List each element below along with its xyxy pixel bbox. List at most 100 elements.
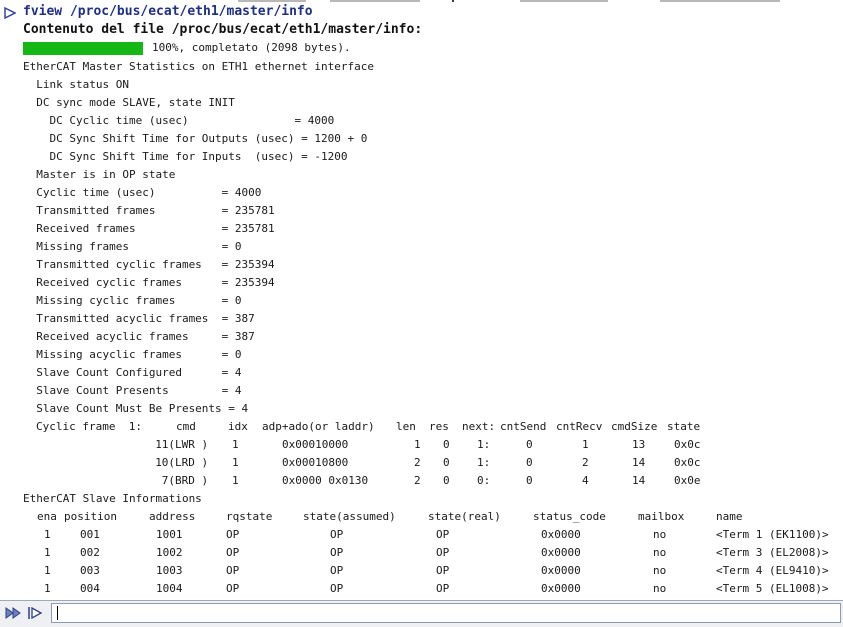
cyclic-cell: 7(BRD )	[161, 474, 209, 487]
slave-header: rqstate	[226, 510, 273, 523]
slave-cell: OP	[436, 564, 450, 577]
slave-cell: 1	[44, 528, 51, 541]
info-line: Link status ON	[23, 78, 129, 91]
slave-cell: 004	[80, 582, 100, 595]
slave-header: position	[64, 510, 117, 523]
cyclic-cell: 0x0c	[674, 438, 701, 451]
info-line: DC Sync Shift Time for Inputs (usec) = -…	[23, 150, 348, 163]
info-line: Slave Count Must Be Presents = 4	[23, 402, 249, 415]
info-line: Missing frames = 0	[23, 240, 242, 253]
cyclic-cell: 0	[443, 456, 450, 469]
slave-cell: OP	[330, 564, 344, 577]
slave-cell: 0x0000	[541, 528, 581, 541]
info-line: Missing acyclic frames = 0	[23, 348, 242, 361]
info-line: DC sync mode SLAVE, state INIT	[23, 96, 235, 109]
cyclic-cell: 2	[582, 456, 589, 469]
cyclic-cell: 0:	[477, 474, 491, 487]
slave-cell: 1001	[156, 528, 183, 541]
cyclic-frame-label: Cyclic frame 1:	[36, 420, 142, 433]
info-line: Received frames = 235781	[23, 222, 275, 235]
slave-cell: OP	[330, 546, 344, 559]
info-line: EtherCAT Master Statistics on ETH1 ether…	[23, 60, 374, 73]
cyclic-cell: 11(LWR )	[155, 438, 209, 451]
info-line: Transmitted cyclic frames = 235394	[23, 258, 275, 271]
slaves-title: EtherCAT Slave Informations	[23, 492, 202, 505]
slave-cell: 1	[44, 582, 51, 595]
run-icon[interactable]	[5, 606, 23, 620]
cyclic-header: next:	[462, 420, 496, 433]
slave-cell: OP	[436, 546, 450, 559]
cyclic-cell: 1	[232, 438, 239, 451]
command-input[interactable]	[51, 603, 841, 623]
info-line: Slave Count Configured = 4	[23, 366, 242, 379]
cyclic-header: res	[429, 420, 449, 433]
slave-cell: <Term 4 (EL9410)>	[716, 564, 829, 577]
cyclic-cell: 0	[526, 456, 533, 469]
slave-header: ena	[37, 510, 57, 523]
slave-header: name	[716, 510, 743, 523]
cyclic-cell: 0x00010000	[282, 438, 349, 451]
slave-header: status_code	[533, 510, 606, 523]
cyclic-cell: 14	[632, 456, 646, 469]
cyclic-header: state	[667, 420, 701, 433]
slave-header: address	[149, 510, 196, 523]
slave-cell: <Term 5 (EL1008)>	[716, 582, 829, 595]
cyclic-header: adp+ado(or laddr)	[262, 420, 375, 433]
slave-header: state(assumed)	[303, 510, 396, 523]
console-output: fview /proc/bus/ecat/eth1/master/info Co…	[0, 0, 843, 600]
slave-cell: OP	[226, 564, 240, 577]
slave-cell: 1002	[156, 546, 183, 559]
progress-bar	[23, 42, 143, 55]
slave-cell: OP	[226, 546, 240, 559]
info-line: Transmitted acyclic frames = 387	[23, 312, 255, 325]
cyclic-cell: 1:	[477, 456, 491, 469]
slave-cell: 1	[44, 564, 51, 577]
cyclic-cell: 1	[414, 438, 421, 451]
slave-cell: no	[653, 528, 667, 541]
info-line: Transmitted frames = 235781	[23, 204, 275, 217]
file-heading: Contenuto del file /proc/bus/ecat/eth1/m…	[23, 22, 423, 37]
slave-cell: OP	[226, 528, 240, 541]
slave-cell: 001	[80, 528, 100, 541]
cyclic-cell: 10(LRD )	[155, 456, 209, 469]
cyclic-cell: 0	[443, 474, 450, 487]
slave-cell: 0x0000	[541, 546, 581, 559]
cyclic-header: cmdSize	[611, 420, 658, 433]
slave-cell: 002	[80, 546, 100, 559]
cyclic-cell: 2	[414, 456, 421, 469]
cyclic-cell: 14	[632, 474, 646, 487]
cyclic-cell: 1	[232, 456, 239, 469]
slave-cell: <Term 1 (EK1100)>	[716, 528, 829, 541]
slave-cell: OP	[330, 582, 344, 595]
run-step-icon[interactable]	[27, 606, 45, 620]
slave-header: mailbox	[638, 510, 685, 523]
cyclic-header: idx	[228, 420, 248, 433]
info-line: DC Cyclic time (usec) = 4000	[23, 114, 335, 127]
slave-cell: no	[653, 546, 667, 559]
slave-cell: 0x0000	[541, 582, 581, 595]
cyclic-header: len	[396, 420, 416, 433]
progress-label: 100%, completato (2098 bytes).	[152, 41, 351, 54]
cyclic-header: cntSend	[500, 420, 547, 433]
slave-cell: OP	[226, 582, 240, 595]
cyclic-cell: 0x0c	[674, 456, 701, 469]
cyclic-cell: 2	[414, 474, 421, 487]
right-arrow-icon	[4, 7, 16, 19]
cyclic-cell: 4	[582, 474, 589, 487]
info-line: Received cyclic frames = 235394	[23, 276, 275, 289]
cyclic-cell: 0x00010800	[282, 456, 349, 469]
text-caret	[57, 606, 58, 620]
command-line: fview /proc/bus/ecat/eth1/master/info	[23, 4, 313, 19]
info-line: Received acyclic frames = 387	[23, 330, 255, 343]
cyclic-cell: 13	[632, 438, 646, 451]
cyclic-header: cmd	[176, 420, 196, 433]
slave-cell: <Term 3 (EL2008)>	[716, 546, 829, 559]
slave-cell: no	[653, 582, 667, 595]
slave-cell: 1	[44, 546, 51, 559]
cyclic-cell: 0	[526, 438, 533, 451]
info-line: Missing cyclic frames = 0	[23, 294, 242, 307]
cyclic-cell: 0	[443, 438, 450, 451]
cyclic-cell: 1:	[477, 438, 491, 451]
slave-cell: 1004	[156, 582, 183, 595]
slave-cell: 1003	[156, 564, 183, 577]
